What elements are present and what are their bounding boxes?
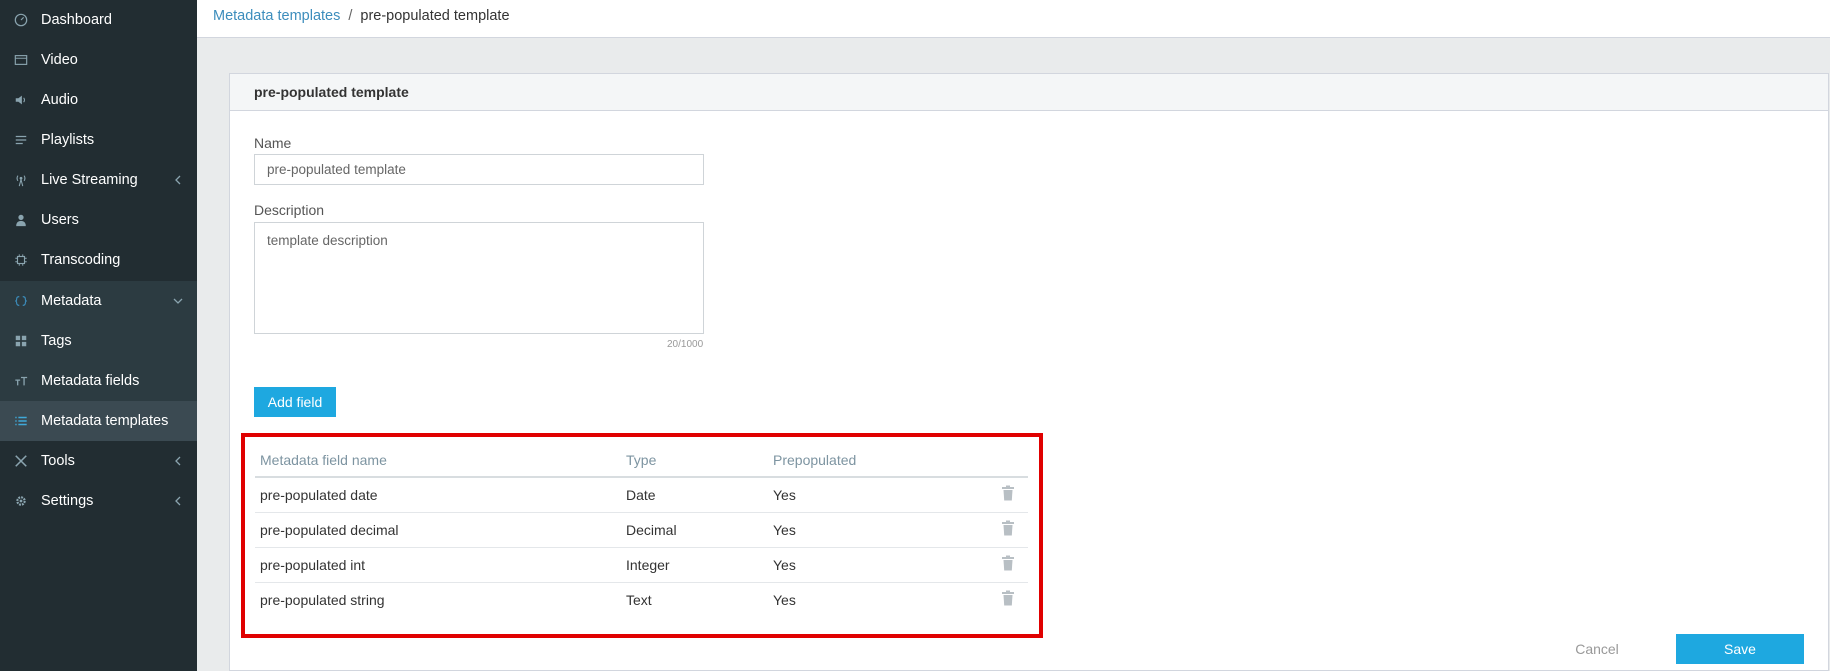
- cell-type: Integer: [621, 547, 768, 583]
- sidebar-item-label: Video: [41, 52, 78, 68]
- table-row: pre-populated decimal Decimal Yes: [255, 512, 1028, 548]
- sidebar-item-label: Playlists: [41, 132, 95, 148]
- trash-icon[interactable]: [1001, 590, 1015, 606]
- table-row: pre-populated date Date Yes: [255, 477, 1028, 513]
- sidebar-item-live-streaming[interactable]: Live Streaming: [0, 160, 197, 200]
- name-label: Name: [254, 135, 292, 151]
- table-header-row: Metadata field name Type Prepopulated: [255, 444, 1028, 478]
- sidebar-item-label: Metadata: [41, 293, 102, 309]
- video-icon: [13, 52, 29, 68]
- cell-prepopulated: Yes: [768, 547, 988, 583]
- tags-icon: [13, 333, 29, 349]
- panel-title: pre-populated template: [254, 84, 409, 100]
- broadcast-icon: [13, 172, 29, 188]
- sidebar-item-label: Audio: [41, 92, 79, 108]
- cell-field-name: pre-populated decimal: [255, 512, 621, 548]
- sidebar-item-label: Users: [41, 212, 79, 228]
- cell-field-name: pre-populated date: [255, 477, 621, 513]
- sidebar-item-tags[interactable]: Tags: [0, 321, 197, 361]
- sidebar-item-audio[interactable]: Audio: [0, 80, 197, 120]
- table-row: pre-populated int Integer Yes: [255, 547, 1028, 583]
- audio-icon: [13, 92, 29, 108]
- list-icon: [13, 413, 29, 429]
- playlist-icon: [13, 132, 29, 148]
- gear-icon: [13, 493, 29, 509]
- trash-icon[interactable]: [1001, 485, 1015, 501]
- header-field-name: Metadata field name: [255, 444, 621, 478]
- cell-type: Text: [626, 591, 652, 608]
- table-row: pre-populated string Text Yes: [255, 582, 1028, 617]
- sidebar-item-label: Metadata fields: [41, 373, 140, 389]
- user-icon: [13, 212, 29, 228]
- breadcrumb-link-metadata-templates[interactable]: Metadata templates: [213, 8, 340, 24]
- sidebar-item-label: Live Streaming: [41, 172, 138, 188]
- cell-field-name: pre-populated string: [260, 591, 385, 608]
- sidebar-item-dashboard[interactable]: Dashboard: [0, 0, 197, 40]
- sidebar-item-tools[interactable]: Tools: [0, 441, 197, 481]
- sidebar: Dashboard Video Audio Playlists Live Str…: [0, 0, 197, 671]
- chevron-down-icon: [172, 294, 184, 308]
- tools-icon: [13, 453, 29, 469]
- description-textarea[interactable]: template description: [254, 222, 704, 334]
- panel-header: pre-populated template: [230, 74, 1828, 111]
- header-prepopulated: Prepopulated: [768, 444, 988, 478]
- sidebar-item-label: Tools: [41, 453, 75, 469]
- header-type: Type: [621, 444, 768, 478]
- dashboard-icon: [13, 12, 29, 28]
- sidebar-item-video[interactable]: Video: [0, 40, 197, 80]
- breadcrumb-separator: /: [348, 8, 353, 24]
- cell-prepopulated: Yes: [768, 512, 988, 548]
- chevron-left-icon: [172, 454, 184, 468]
- breadcrumb: Metadata templates / pre-populated templ…: [213, 8, 510, 24]
- header-actions: [988, 444, 1028, 478]
- cell-prepopulated: Yes: [768, 477, 988, 513]
- trash-icon[interactable]: [1001, 555, 1015, 571]
- sidebar-item-playlists[interactable]: Playlists: [0, 120, 197, 160]
- cell-type: Date: [621, 477, 768, 513]
- cell-prepopulated: Yes: [773, 591, 796, 608]
- sidebar-item-label: Settings: [41, 493, 94, 509]
- cell-field-name: pre-populated int: [255, 547, 621, 583]
- add-field-button[interactable]: Add field: [254, 387, 336, 417]
- sidebar-item-users[interactable]: Users: [0, 200, 197, 240]
- metadata-fields-table: Metadata field name Type Prepopulated pr…: [255, 444, 1028, 617]
- chevron-left-icon: [172, 494, 184, 508]
- cell-type: Decimal: [621, 512, 768, 548]
- sidebar-item-label: Dashboard: [41, 12, 112, 28]
- sidebar-item-label: Tags: [41, 333, 72, 349]
- name-input[interactable]: [254, 154, 704, 185]
- text-field-icon: [13, 373, 29, 389]
- top-bar: Metadata templates / pre-populated templ…: [197, 0, 1830, 38]
- sidebar-item-transcoding[interactable]: Transcoding: [0, 240, 197, 280]
- chip-icon: [13, 252, 29, 268]
- sidebar-item-metadata-fields[interactable]: Metadata fields: [0, 361, 197, 401]
- sidebar-item-label: Metadata templates: [41, 413, 169, 429]
- char-count: 20/1000: [667, 339, 704, 350]
- cancel-button[interactable]: Cancel: [1562, 634, 1632, 664]
- breadcrumb-current: pre-populated template: [360, 8, 510, 24]
- chevron-left-icon: [172, 173, 184, 187]
- code-icon: [13, 293, 29, 309]
- description-label: Description: [254, 202, 325, 218]
- sidebar-item-label: Transcoding: [41, 252, 121, 268]
- sidebar-item-metadata-templates[interactable]: Metadata templates: [0, 401, 197, 441]
- save-button[interactable]: Save: [1676, 634, 1804, 664]
- trash-icon[interactable]: [1001, 520, 1015, 536]
- sidebar-item-metadata[interactable]: Metadata: [0, 281, 197, 321]
- sidebar-item-settings[interactable]: Settings: [0, 481, 197, 521]
